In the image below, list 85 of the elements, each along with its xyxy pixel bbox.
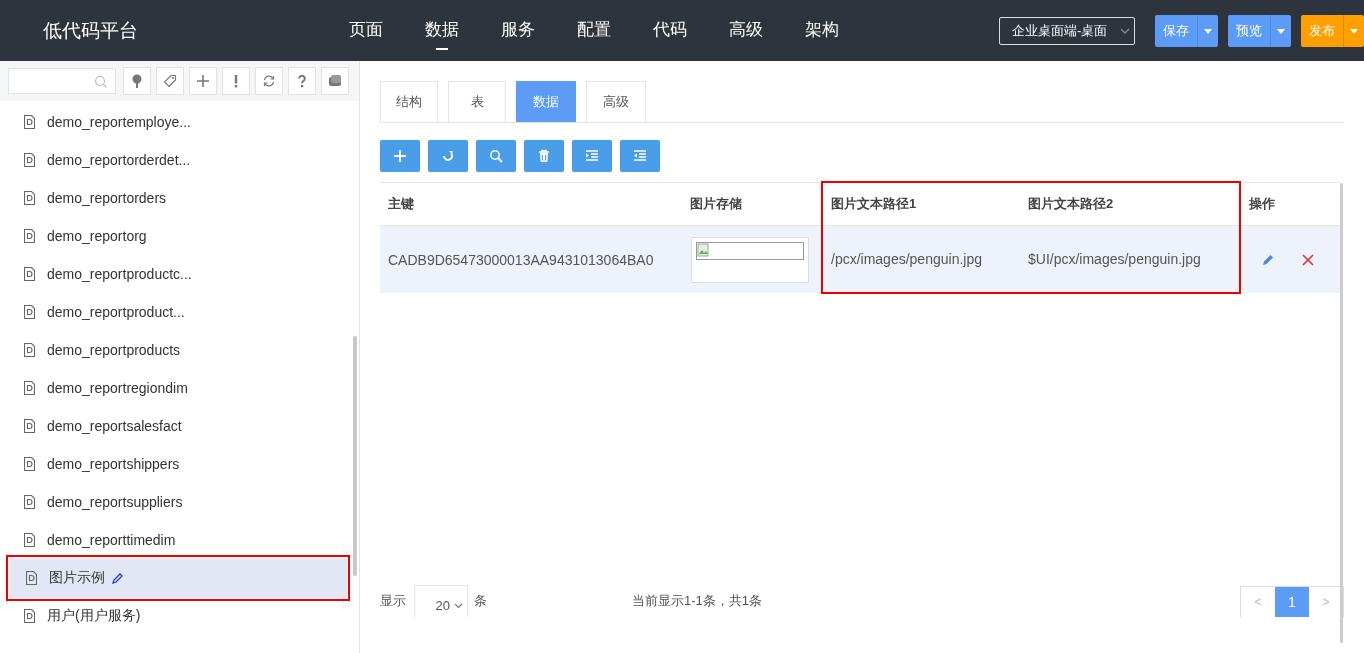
trash-icon — [537, 149, 551, 163]
page-summary: 当前显示1-1条，共1条 — [632, 592, 764, 610]
delete-button[interactable] — [1301, 252, 1315, 267]
column-header: 图片文本路径1 — [831, 196, 917, 211]
nav-tab[interactable]: 服务 — [480, 0, 556, 61]
tag-icon — [163, 74, 177, 88]
broken-image-icon — [697, 242, 709, 257]
sidebar-item[interactable]: demo_reportproduct... — [6, 293, 356, 331]
sidebar-item[interactable]: demo_reportsuppliers — [6, 483, 356, 521]
toolbar-button[interactable] — [524, 140, 564, 172]
table-cell: $UI/pcx/images/penguin.jpg — [1028, 251, 1201, 267]
scrollbar[interactable] — [353, 336, 357, 576]
page-size-select[interactable]: 20 — [414, 585, 468, 617]
sidebar-item[interactable]: demo_reportorg — [6, 217, 356, 255]
question-icon — [295, 74, 309, 88]
document-icon — [24, 495, 35, 509]
nav-tab[interactable]: 数据 — [404, 0, 480, 61]
toolbar-button[interactable] — [380, 140, 420, 172]
toolbar-button[interactable] — [255, 67, 283, 95]
outdent-icon — [633, 149, 647, 163]
sidebar-item[interactable]: 图片示例 — [10, 559, 346, 597]
tab[interactable]: 高级 — [586, 81, 646, 122]
label: 条 — [474, 592, 487, 610]
nav-tab[interactable]: 代码 — [632, 0, 708, 61]
tab[interactable]: 结构 — [380, 81, 438, 122]
search-icon — [94, 74, 107, 88]
search-field[interactable] — [8, 68, 116, 94]
document-icon — [24, 115, 35, 129]
document-icon — [24, 457, 35, 471]
add-icon — [393, 149, 407, 163]
toolbar-button[interactable] — [222, 67, 250, 95]
plus-icon — [196, 74, 210, 88]
document-icon — [24, 305, 35, 319]
document-icon — [24, 609, 35, 623]
document-icon — [24, 419, 35, 433]
nav-tab[interactable]: 配置 — [556, 0, 632, 61]
sidebar-item[interactable]: demo_reportemploye... — [6, 103, 356, 141]
sidebar-item[interactable]: demo_reportregiondim — [6, 369, 356, 407]
tab[interactable]: 表 — [448, 81, 506, 122]
toolbar-button[interactable] — [572, 140, 612, 172]
nav-tab[interactable]: 架构 — [784, 0, 860, 61]
document-icon — [24, 191, 35, 205]
label: 显示 — [380, 592, 406, 610]
document-icon — [26, 571, 37, 585]
sidebar-item[interactable]: 用户(用户服务) — [6, 597, 356, 635]
sidebar-item[interactable]: demo_reportorderdet... — [6, 141, 356, 179]
document-icon — [24, 267, 35, 281]
column-header: 主键 — [388, 195, 414, 211]
sidebar-item[interactable]: demo_reportproducts — [6, 331, 356, 369]
document-icon — [24, 343, 35, 357]
sidebar-item[interactable]: demo_reporttimedim — [6, 521, 356, 559]
sidebar-item[interactable]: demo_reportproductc... — [6, 255, 356, 293]
column-header: 操作 — [1249, 195, 1275, 211]
toolbar-button[interactable] — [321, 67, 349, 95]
nav-tab[interactable]: 页面 — [328, 0, 404, 61]
document-icon — [24, 381, 35, 395]
indent-icon — [585, 149, 599, 163]
toolbar-button[interactable] — [123, 67, 151, 95]
toolbar-button[interactable] — [189, 67, 217, 95]
chat-icon — [328, 74, 342, 88]
toolbar-button[interactable] — [476, 140, 516, 172]
table-cell: CADB9D65473000013AA9431013064BA0 — [388, 251, 654, 268]
scrollbar[interactable] — [1340, 183, 1343, 643]
toolbar-button[interactable] — [156, 67, 184, 95]
toolbar-button[interactable] — [428, 140, 468, 172]
nav-tab[interactable]: 高级 — [708, 0, 784, 61]
document-icon — [24, 229, 35, 243]
close-icon — [1301, 252, 1315, 267]
table-cell: /pcx/images/penguin.jpg — [831, 251, 982, 267]
document-icon — [24, 533, 35, 547]
toolbar-button[interactable] — [620, 140, 660, 172]
search-icon — [489, 149, 503, 163]
app-title: 低代码平台 — [43, 18, 139, 43]
sidebar-item[interactable]: demo_reportshippers — [6, 445, 356, 483]
edit-button[interactable] — [1261, 252, 1275, 267]
chevron-down-icon — [454, 602, 463, 609]
toolbar-button[interactable] — [288, 67, 316, 95]
pencil-icon — [1261, 252, 1275, 267]
sidebar-item[interactable]: demo_reportorders — [6, 179, 356, 217]
document-icon — [24, 153, 35, 167]
sidebar-item[interactable]: demo_reportsalesfact — [6, 407, 356, 445]
platform-select[interactable]: 企业桌面端-桌面 — [999, 16, 1135, 45]
column-header: 图片存储 — [690, 195, 742, 211]
chevron-down-icon — [1120, 26, 1130, 35]
column-header: 图片文本路径2 — [1028, 196, 1114, 211]
